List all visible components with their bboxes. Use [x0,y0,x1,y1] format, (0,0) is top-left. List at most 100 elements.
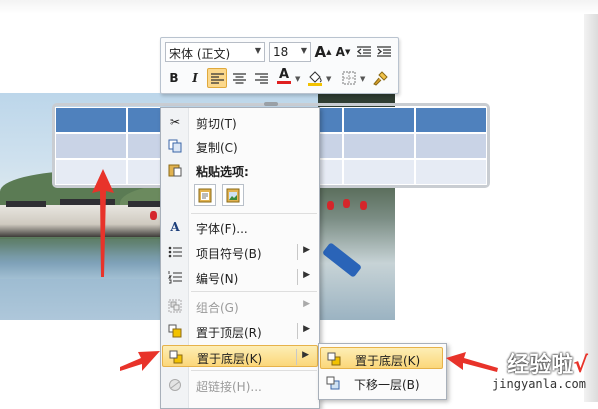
increase-indent-button[interactable] [374,42,394,62]
border-icon [342,71,356,85]
menu-item-label: 粘贴选项: [196,165,249,179]
italic-button[interactable]: I [185,68,205,88]
menu-item-label: 复制(C) [196,141,238,155]
menu-item-group: 组合(G) ▶ [162,295,318,317]
menu-item-label: 项目符号(B) [196,247,262,261]
lantern [327,201,334,210]
table-cell[interactable] [55,107,127,133]
italic-icon: I [192,71,198,85]
align-right-icon [254,72,268,84]
menu-item-label: 组合(G) [196,301,239,315]
chevron-down-icon: ▼ [254,46,261,55]
chevron-down-icon[interactable]: ▼ [326,75,331,83]
menu-separator [191,291,317,292]
mini-formatting-toolbar: 宋体 (正文) ▼ 18 ▼ A ▲ A ▼ B I A ▼ ▼ ▼ [160,37,399,94]
decrease-indent-icon [357,46,371,57]
table-cell[interactable] [343,107,415,133]
table-cell[interactable] [55,133,127,159]
red-arrow-left [446,352,498,372]
group-icon [167,298,183,314]
decrease-indent-button[interactable] [354,42,374,62]
context-menu: ✂ 剪切(T) 复制(C) 粘贴选项: A 字体(F)... 项目符号(B) ▶ [160,107,320,409]
menu-separator [191,370,317,371]
bring-to-front-icon [167,323,183,339]
menu-item-numbering[interactable]: 编号(N) ▶ [162,266,318,288]
table-cell[interactable] [415,107,487,133]
chevron-down-icon[interactable]: ▼ [360,75,365,83]
menu-item-label: 超链接(H)... [196,380,262,394]
bold-button[interactable]: B [164,68,184,88]
chevron-right-icon[interactable]: ▶ [303,324,310,334]
format-painter-button[interactable] [371,68,391,88]
increase-indent-icon [377,46,391,57]
split-separator [297,269,298,285]
menu-item-paste-options: 粘贴选项: [162,159,318,181]
borders-button[interactable] [339,68,359,88]
menu-item-label: 置于底层(K) [355,354,421,368]
menu-item-cut[interactable]: ✂ 剪切(T) [162,111,318,133]
red-arrow-up [92,169,114,277]
chevron-right-icon[interactable]: ▶ [303,245,310,255]
font-name-value: 宋体 (正文) [169,47,231,61]
grow-font-button[interactable]: A ▲ [313,42,333,62]
menu-item-label: 置于顶层(R) [196,326,262,340]
split-separator [296,349,297,365]
align-right-button[interactable] [251,68,271,88]
watermark-text: 经验啦 [507,353,574,378]
chevron-down-icon: ▼ [300,46,307,55]
chevron-down-icon[interactable]: ▼ [295,75,300,83]
paste-as-picture-icon [226,188,240,203]
table-cell[interactable] [415,133,487,159]
align-left-button[interactable] [207,68,227,88]
paste-keep-formatting-button[interactable] [194,184,216,206]
send-to-back-icon [168,349,184,365]
font-color-swatch [277,81,291,84]
photo-roof [6,201,46,207]
font-color-button[interactable]: A [274,66,294,86]
lantern [360,201,367,210]
numbering-icon [167,269,183,285]
table-cell[interactable] [343,133,415,159]
menu-separator [191,213,317,214]
menu-item-label: 字体(F)... [196,222,248,236]
chevron-right-icon[interactable]: ▶ [302,350,309,360]
menu-item-send-to-back[interactable]: 置于底层(K) ▶ [162,345,318,367]
font-color-icon: A [278,67,290,82]
split-separator [297,244,298,260]
scissors-icon: ✂ [169,115,181,129]
page-top-edge [0,0,598,14]
font-name-combo[interactable]: 宋体 (正文) ▼ [165,42,265,62]
menu-item-bullets[interactable]: 项目符号(B) ▶ [162,241,318,263]
submenu-item-send-backward[interactable]: 下移一层(B) [320,372,443,394]
font-icon: A [170,220,180,234]
send-backward-icon [325,375,341,391]
font-size-value: 18 [273,45,289,59]
watermark-url: jingyanla.com [492,377,586,391]
table-cell[interactable] [343,159,415,185]
submenu-item-send-to-back[interactable]: 置于底层(K) [320,347,443,369]
watermark-logo: 经验啦√ [507,347,588,379]
shading-button[interactable] [305,68,325,88]
paint-bucket-icon [308,71,322,86]
menu-item-bring-to-front[interactable]: 置于顶层(R) ▶ [162,320,318,342]
format-painter-icon [373,71,388,86]
shrink-font-icon: A [335,45,345,59]
table-cell[interactable] [415,159,487,185]
align-left-icon [210,72,224,84]
table-resize-handle[interactable] [264,102,278,106]
chevron-right-icon[interactable]: ▶ [303,270,310,280]
menu-item-font[interactable]: A 字体(F)... [162,216,318,238]
menu-item-copy[interactable]: 复制(C) [162,135,318,157]
align-center-button[interactable] [229,68,249,88]
menu-item-label: 下移一层(B) [354,378,420,392]
lantern [343,199,350,208]
watermark-check-icon: √ [573,353,588,378]
shrink-font-button[interactable]: A ▼ [333,42,353,62]
menu-item-label: 置于底层(K) [197,352,263,366]
align-center-icon [232,72,246,84]
paste-as-picture-button[interactable] [222,184,244,206]
menu-item-label: 编号(N) [196,272,239,286]
font-size-combo[interactable]: 18 ▼ [269,42,311,62]
paste-keep-formatting-icon [198,188,212,203]
page-edge-shadow [584,14,598,402]
